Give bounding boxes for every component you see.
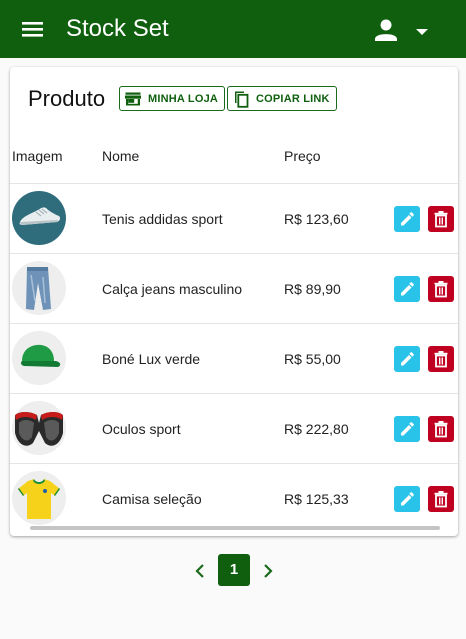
column-header-price: Preço — [284, 148, 321, 164]
edit-button[interactable] — [394, 206, 420, 232]
trash-icon — [434, 281, 448, 298]
product-price: R$ 125,33 — [284, 491, 349, 507]
edit-button[interactable] — [394, 346, 420, 372]
column-header-name: Nome — [102, 148, 140, 164]
product-price: R$ 123,60 — [284, 211, 349, 227]
table-row: Camisa seleção R$ 125,33 — [10, 463, 458, 533]
user-menu-button[interactable] — [372, 16, 432, 44]
edit-button[interactable] — [394, 276, 420, 302]
product-image-cap — [12, 331, 66, 385]
product-name: Tenis addidas sport — [102, 211, 223, 227]
person-icon — [375, 19, 428, 41]
previous-page-button[interactable] — [190, 561, 210, 581]
product-price: R$ 89,90 — [284, 281, 341, 297]
pencil-icon — [401, 492, 414, 506]
product-image-jeans — [12, 261, 66, 315]
app-bar: Stock Set — [0, 0, 466, 58]
next-page-button[interactable] — [258, 561, 278, 581]
my-store-button[interactable]: MINHA LOJA — [119, 86, 226, 111]
delete-button[interactable] — [428, 486, 454, 512]
card-title: Produto — [28, 86, 106, 111]
product-name: Boné Lux verde — [102, 351, 201, 367]
product-price: R$ 222,80 — [284, 421, 349, 437]
table-row: Tenis addidas sport R$ 123,60 — [10, 183, 458, 253]
copy-link-button[interactable]: COPIAR LINK — [227, 86, 337, 111]
product-image-jersey — [12, 471, 66, 525]
chevron-left-icon — [195, 564, 204, 578]
store-icon — [125, 92, 141, 105]
app-title: Stock Set — [66, 15, 169, 42]
product-image-sneaker — [12, 191, 66, 245]
delete-button[interactable] — [428, 276, 454, 302]
pencil-icon — [401, 422, 414, 436]
column-header-image: Imagem — [12, 148, 63, 164]
page-number-current[interactable]: 1 — [218, 554, 250, 586]
delete-button[interactable] — [428, 416, 454, 442]
product-name: Oculos sport — [102, 421, 181, 437]
delete-button[interactable] — [428, 346, 454, 372]
edit-button[interactable] — [394, 416, 420, 442]
horizontal-scrollbar[interactable] — [30, 526, 440, 530]
copy-icon — [235, 91, 249, 108]
product-price: R$ 55,00 — [284, 351, 341, 367]
caret-down-icon — [416, 29, 428, 35]
product-name: Camisa seleção — [102, 491, 202, 507]
chevron-right-icon — [264, 564, 273, 578]
delete-button[interactable] — [428, 206, 454, 232]
trash-icon — [434, 351, 448, 368]
trash-icon — [434, 421, 448, 438]
table-row: Oculos sport R$ 222,80 — [10, 393, 458, 463]
pagination: 1 — [0, 553, 466, 589]
page: Stock Set Produto MINHA LOJA COPIAR LINK… — [0, 0, 466, 639]
product-card: Produto MINHA LOJA COPIAR LINK Imagem No… — [10, 67, 458, 536]
copy-link-label: COPIAR LINK — [256, 92, 330, 105]
table-row: Boné Lux verde R$ 55,00 — [10, 323, 458, 393]
edit-button[interactable] — [394, 486, 420, 512]
pencil-icon — [401, 282, 414, 296]
trash-icon — [434, 211, 448, 228]
pencil-icon — [401, 352, 414, 366]
table-row: Calça jeans masculino R$ 89,90 — [10, 253, 458, 323]
my-store-label: MINHA LOJA — [148, 92, 219, 105]
product-name: Calça jeans masculino — [102, 281, 243, 297]
pencil-icon — [401, 212, 414, 226]
product-image-sunglasses — [12, 401, 66, 455]
trash-icon — [434, 491, 448, 508]
menu-icon[interactable] — [20, 17, 46, 41]
